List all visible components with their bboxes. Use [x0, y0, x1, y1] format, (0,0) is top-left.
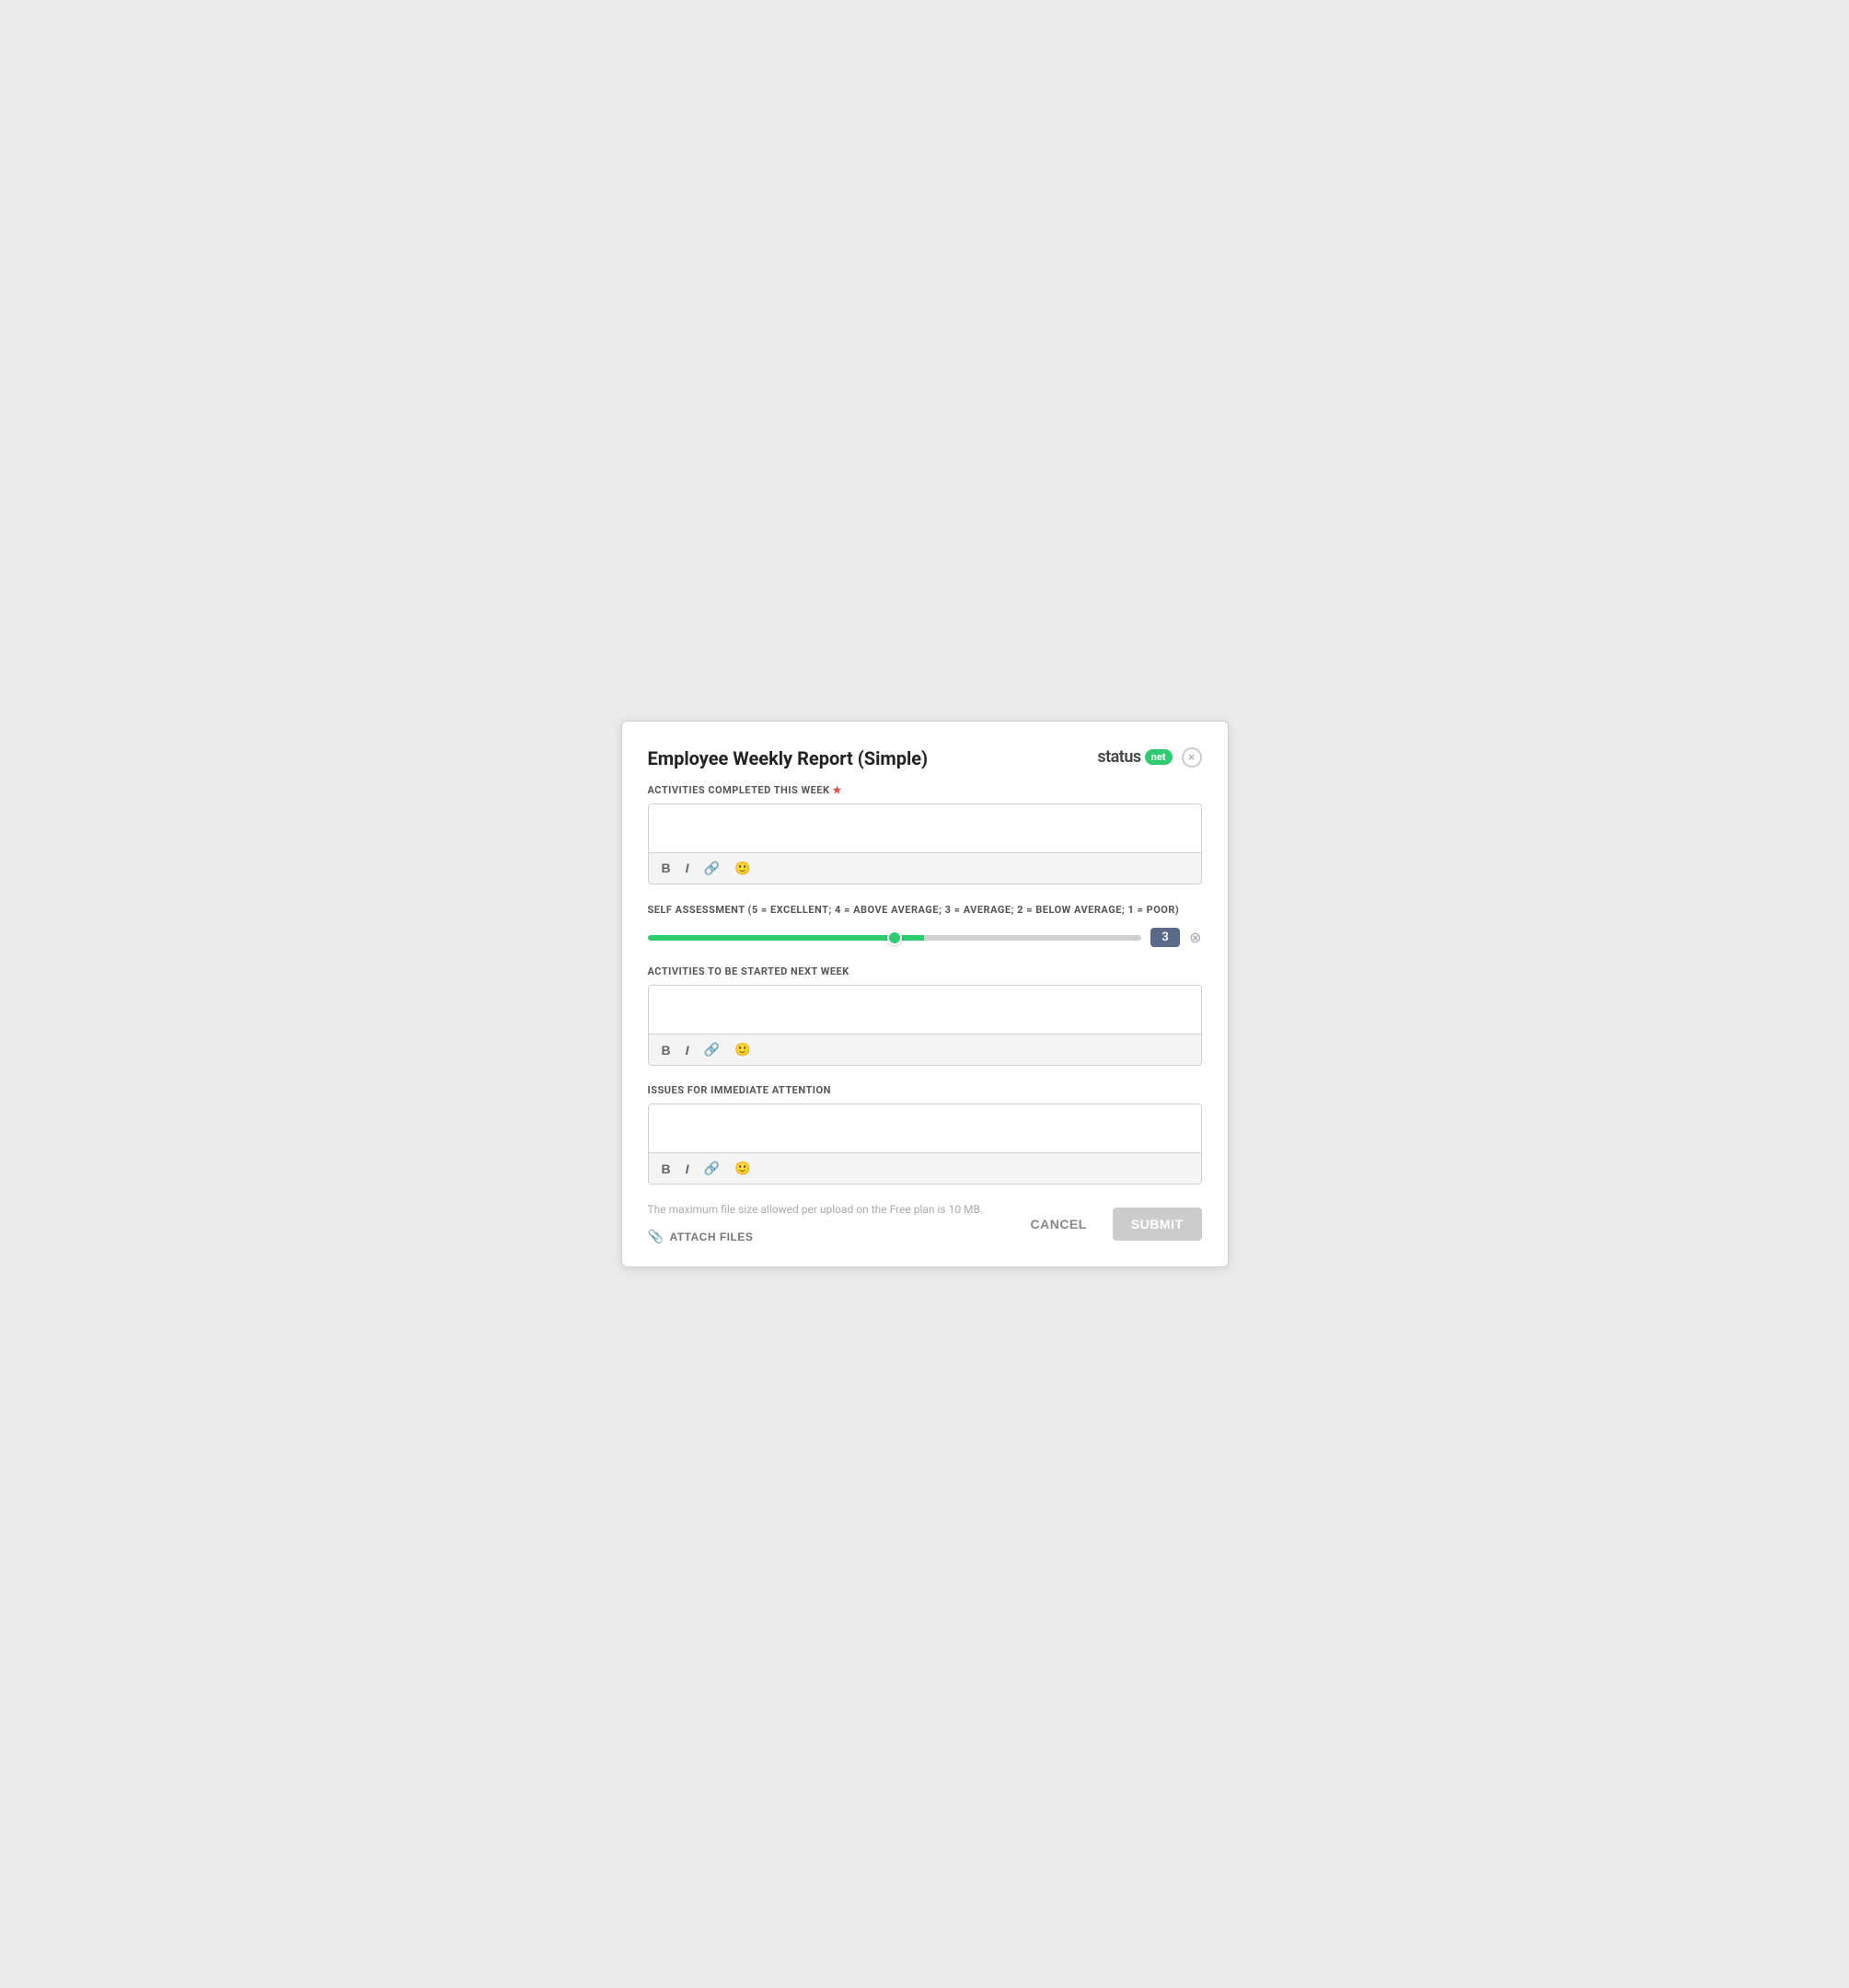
emoji-button-1[interactable]: 🙂: [731, 859, 754, 878]
link-button-3[interactable]: 🔗: [700, 1159, 723, 1178]
link-button-1[interactable]: 🔗: [700, 859, 723, 878]
clear-icon: ⊗: [1189, 929, 1201, 947]
link-icon-2: 🔗: [704, 1042, 720, 1058]
bold-button-3[interactable]: B: [658, 1160, 675, 1178]
submit-button[interactable]: SUBMIT: [1113, 1208, 1202, 1241]
attach-files-button[interactable]: 📎 ATTACH FILES: [648, 1229, 754, 1244]
emoji-button-2[interactable]: 🙂: [731, 1040, 754, 1059]
self-assessment-slider[interactable]: [648, 935, 1142, 941]
close-icon: ×: [1188, 751, 1196, 763]
slider-clear-button[interactable]: ⊗: [1189, 929, 1201, 947]
editor-toolbar-1: B I 🔗 🙂: [649, 852, 1201, 884]
cancel-button[interactable]: CANCEL: [1019, 1209, 1097, 1239]
issues-label: ISSUES FOR IMMEDIATE ATTENTION: [648, 1084, 1202, 1096]
brand-logo: status net: [1097, 747, 1172, 767]
link-icon-3: 🔗: [704, 1161, 720, 1176]
paperclip-icon: 📎: [648, 1229, 664, 1244]
issues-section: ISSUES FOR IMMEDIATE ATTENTION B I 🔗 🙂: [648, 1084, 1202, 1185]
brand-badge: net: [1145, 749, 1173, 765]
italic-button-3[interactable]: I: [682, 1160, 693, 1178]
emoji-icon-1: 🙂: [734, 861, 750, 876]
editor-toolbar-2: B I 🔗 🙂: [649, 1034, 1201, 1065]
header-right: status net ×: [1097, 747, 1201, 768]
required-indicator: ★: [833, 784, 842, 796]
activities-completed-input[interactable]: [649, 804, 1201, 852]
activities-next-week-input[interactable]: [649, 986, 1201, 1034]
modal-title: Employee Weekly Report (Simple): [648, 747, 929, 769]
footer-action-buttons: CANCEL SUBMIT: [1019, 1208, 1201, 1241]
footer-left: The maximum file size allowed per upload…: [648, 1203, 984, 1244]
emoji-icon-2: 🙂: [734, 1042, 750, 1058]
emoji-button-3[interactable]: 🙂: [731, 1159, 754, 1178]
self-assessment-section: SELF ASSESSMENT (5 = EXCELLENT; 4 = ABOV…: [648, 903, 1202, 947]
link-button-2[interactable]: 🔗: [700, 1040, 723, 1059]
activities-next-week-label: ACTIVITIES TO BE STARTED NEXT WEEK: [648, 965, 1202, 977]
issues-input[interactable]: [649, 1104, 1201, 1152]
attach-files-label: ATTACH FILES: [669, 1231, 753, 1243]
file-info-text: The maximum file size allowed per upload…: [648, 1203, 984, 1216]
activities-next-week-editor: B I 🔗 🙂: [648, 985, 1202, 1066]
bold-button-1[interactable]: B: [658, 859, 675, 877]
emoji-icon-3: 🙂: [734, 1161, 750, 1176]
italic-button-1[interactable]: I: [682, 859, 693, 877]
modal-dialog: Employee Weekly Report (Simple) status n…: [621, 721, 1229, 1267]
italic-button-2[interactable]: I: [682, 1041, 693, 1059]
bold-button-2[interactable]: B: [658, 1041, 675, 1059]
close-button[interactable]: ×: [1182, 747, 1202, 768]
modal-header: Employee Weekly Report (Simple) status n…: [648, 747, 1202, 769]
link-icon-1: 🔗: [704, 861, 720, 876]
brand-text: status: [1097, 747, 1140, 767]
form-footer: The maximum file size allowed per upload…: [648, 1203, 1202, 1244]
activities-next-week-section: ACTIVITIES TO BE STARTED NEXT WEEK B I 🔗…: [648, 965, 1202, 1066]
editor-toolbar-3: B I 🔗 🙂: [649, 1152, 1201, 1184]
slider-row: 3 ⊗: [648, 928, 1202, 947]
activities-completed-label: ACTIVITIES COMPLETED THIS WEEK★: [648, 784, 1202, 796]
issues-editor: B I 🔗 🙂: [648, 1104, 1202, 1185]
activities-completed-editor: B I 🔗 🙂: [648, 803, 1202, 884]
slider-value-badge: 3: [1150, 928, 1180, 947]
page-background: Employee Weekly Report (Simple) status n…: [0, 0, 1849, 1988]
self-assessment-label: SELF ASSESSMENT (5 = EXCELLENT; 4 = ABOV…: [648, 903, 1202, 917]
activities-completed-section: ACTIVITIES COMPLETED THIS WEEK★ B I 🔗 🙂: [648, 784, 1202, 884]
